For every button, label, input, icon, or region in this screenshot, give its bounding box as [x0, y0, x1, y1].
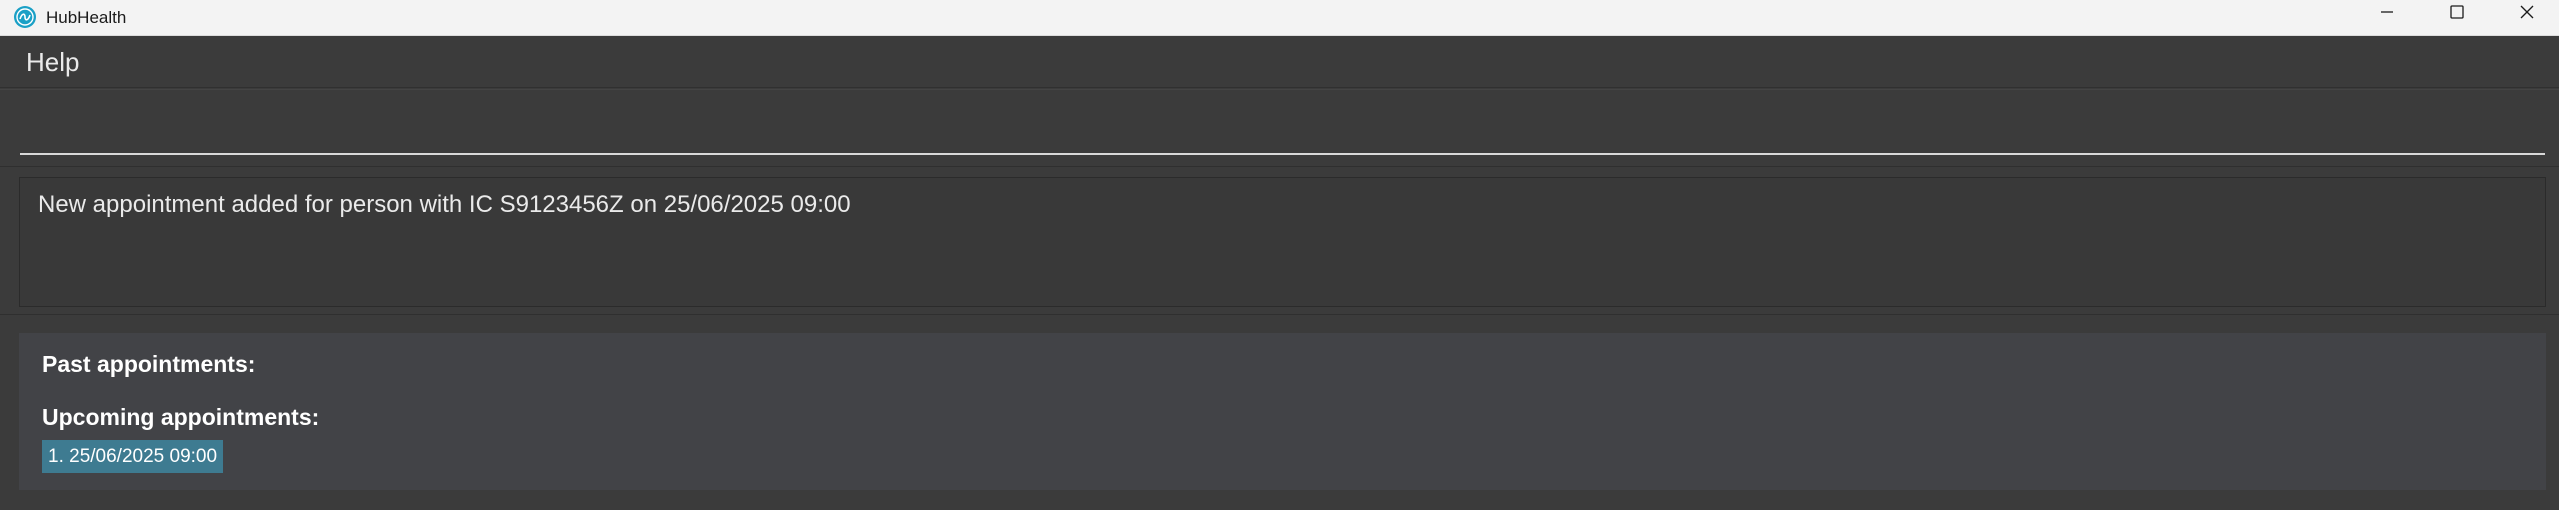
menu-item-help[interactable]: Help: [26, 46, 79, 78]
maximize-button[interactable]: [2422, 0, 2492, 28]
appointments-panel: Past appointments: Upcoming appointments…: [19, 333, 2546, 490]
close-button[interactable]: [2492, 0, 2559, 28]
menu-bar: Help: [0, 36, 2559, 88]
upcoming-appointments-label: Upcoming appointments:: [42, 404, 320, 430]
minimize-icon: [2379, 4, 2395, 25]
maximize-icon: [2449, 4, 2465, 25]
past-appointments-label: Past appointments:: [42, 351, 256, 377]
result-display-container: New appointment added for person with IC…: [0, 167, 2559, 315]
upcoming-appointment-item: 1. 25/06/2025 09:00: [42, 440, 224, 473]
window-title: HubHealth: [46, 8, 127, 27]
result-display[interactable]: New appointment added for person with IC…: [19, 177, 2546, 307]
command-input[interactable]: [20, 98, 2545, 155]
close-icon: [2519, 4, 2535, 25]
command-box: [0, 89, 2559, 167]
minimize-button[interactable]: [2352, 0, 2422, 28]
hubhealth-logo-icon: [13, 5, 37, 29]
title-bar: HubHealth: [0, 0, 2559, 36]
bottom-margin: [0, 490, 2559, 510]
result-message: New appointment added for person with IC…: [38, 191, 851, 218]
